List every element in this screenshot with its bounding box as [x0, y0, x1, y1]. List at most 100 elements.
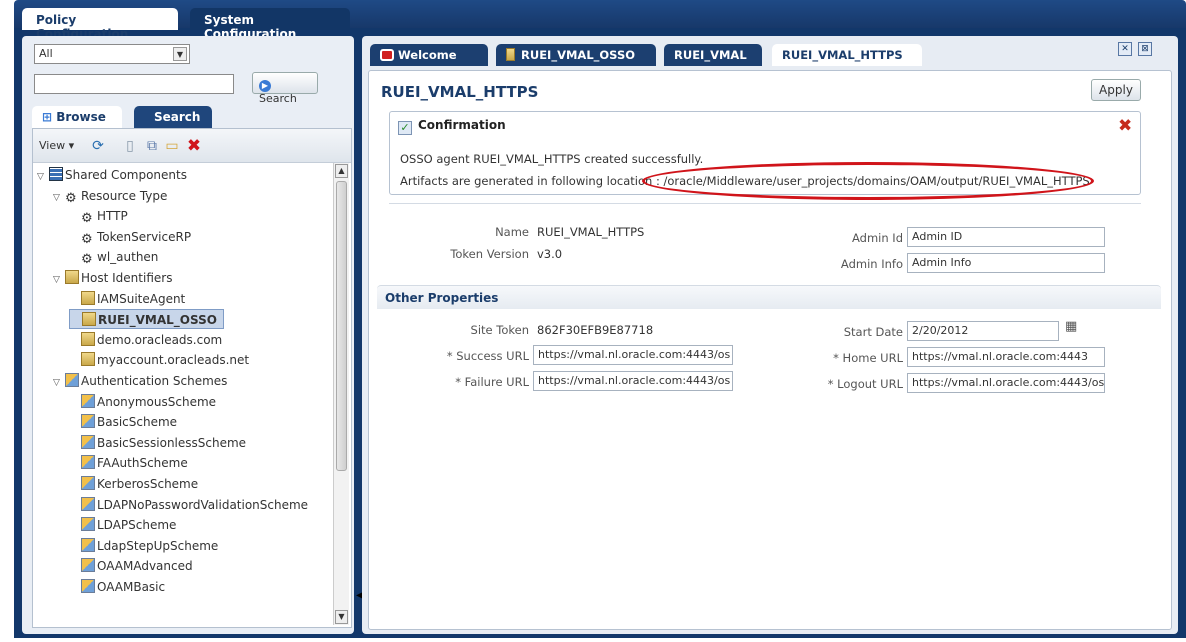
- filter-value: All: [39, 47, 53, 60]
- scroll-up-icon[interactable]: ▲: [335, 164, 348, 178]
- success-url-field[interactable]: https://vmal.nl.oracle.com:4443/os: [533, 345, 733, 365]
- admin-id-field[interactable]: Admin ID: [907, 227, 1105, 247]
- collapse-toggle-icon[interactable]: ▽: [53, 373, 65, 393]
- tab-search[interactable]: Search: [134, 106, 212, 128]
- divider: [389, 203, 1141, 204]
- collapse-toggle-icon[interactable]: ▽: [53, 188, 65, 208]
- scheme-icon: [81, 455, 95, 470]
- confirmation-title-text: Confirmation: [418, 118, 506, 132]
- gear-icon: ⚙: [81, 252, 93, 268]
- tree-node-label: TokenServiceRP: [97, 229, 192, 244]
- tree-node[interactable]: myaccount.oracleads.net: [69, 350, 249, 370]
- scheme-icon: [81, 558, 95, 573]
- tree-node[interactable]: ▽ Host Identifiers: [53, 268, 172, 288]
- tree-node[interactable]: ⚙ wl_authen: [69, 247, 158, 267]
- tab-browse[interactable]: ⊞ Browse: [32, 106, 122, 128]
- tree-node[interactable]: OAAMAdvanced: [69, 556, 193, 576]
- tree-scrollbar[interactable]: ▲ ▼: [333, 163, 349, 625]
- collapse-toggle-icon[interactable]: ▽: [53, 270, 65, 290]
- tree-node[interactable]: RUEI_VMAL_OSSO: [69, 309, 224, 330]
- tree-node[interactable]: OAAMBasic: [69, 577, 165, 597]
- tree-node[interactable]: LDAPScheme: [69, 515, 176, 535]
- confirmation-box: ✓ Confirmation ✖ OSSO agent RUEI_VMAL_HTT…: [389, 111, 1141, 200]
- folder-icon[interactable]: ▭: [163, 137, 181, 155]
- logout-url-field[interactable]: https://vmal.nl.oracle.com:4443/os: [907, 373, 1105, 393]
- tree-node[interactable]: FAAuthScheme: [69, 453, 188, 473]
- oracle-logo-icon: [380, 49, 394, 61]
- close-all-tabs-icon[interactable]: ✕: [1118, 42, 1132, 56]
- tree-node-label: Shared Components: [65, 168, 187, 182]
- tree-node[interactable]: ▽ ⚙ Resource Type: [53, 186, 167, 206]
- document-icon: [81, 331, 95, 346]
- view-menu[interactable]: View ▾: [39, 139, 74, 152]
- name-value: RUEI_VMAL_HTTPS: [537, 225, 645, 239]
- start-date-field[interactable]: 2/20/2012: [907, 321, 1059, 341]
- tab-ruei-vmal[interactable]: RUEI_VMAL: [664, 44, 762, 66]
- tree-node-label: demo.oracleads.com: [97, 332, 223, 347]
- tree-node[interactable]: KerberosScheme: [69, 474, 198, 494]
- failure-url-label: * Failure URL: [455, 375, 529, 389]
- search-input[interactable]: [34, 74, 234, 94]
- tree-panel: View ▾ ⟳ ▯ ⧉ ▭ ✖ ▽ Shared Components ▽ ⚙ Res…: [32, 128, 352, 628]
- new-document-icon[interactable]: ▯: [121, 137, 139, 155]
- tree-node-label: Host Identifiers: [81, 271, 173, 285]
- filter-select[interactable]: All ▼: [34, 44, 190, 64]
- duplicate-icon[interactable]: ⧉: [143, 137, 161, 155]
- scroll-down-icon[interactable]: ▼: [335, 610, 348, 624]
- admin-id-label: Admin Id: [852, 231, 903, 245]
- tree-node-label: OAAMAdvanced: [97, 559, 193, 574]
- highlight-ellipse: [642, 162, 1094, 200]
- close-tab-icon[interactable]: ⊠: [1138, 42, 1152, 56]
- admin-info-field[interactable]: Admin Info: [907, 253, 1105, 273]
- tab-system-configuration[interactable]: System Configuration: [190, 8, 350, 41]
- tree-node[interactable]: ⚙ HTTP: [69, 206, 128, 226]
- tree-node[interactable]: IAMSuiteAgent: [69, 289, 185, 309]
- chevron-down-icon[interactable]: ▼: [173, 47, 187, 61]
- apply-button[interactable]: Apply: [1091, 79, 1141, 101]
- name-label: Name: [495, 225, 529, 239]
- gear-icon: ⚙: [81, 231, 93, 247]
- delete-icon[interactable]: ✖: [185, 137, 203, 155]
- oam-console: Policy Configuration System Configuratio…: [0, 0, 1186, 642]
- tree-node-label: AnonymousScheme: [97, 394, 217, 409]
- tree-node[interactable]: ⚙ TokenServiceRP: [69, 227, 191, 247]
- close-icon[interactable]: ✖: [1118, 116, 1132, 136]
- scroll-thumb[interactable]: [336, 181, 347, 471]
- tree-node[interactable]: LdapStepUpScheme: [69, 536, 218, 556]
- tree-node[interactable]: BasicScheme: [69, 412, 177, 432]
- home-url-field[interactable]: https://vmal.nl.oracle.com:4443: [907, 347, 1105, 367]
- home-url-label: * Home URL: [833, 351, 903, 365]
- tree-node-label: IAMSuiteAgent: [97, 291, 186, 306]
- tab-policy-configuration[interactable]: Policy Configuration: [22, 8, 178, 41]
- calendar-icon[interactable]: ▦: [1065, 319, 1081, 335]
- scheme-icon: [81, 517, 95, 532]
- other-properties-header: Other Properties: [377, 285, 1161, 309]
- navigation-pane: All ▼ ▶Search ⊞ Browse Search View ▾ ⟳ ▯…: [22, 36, 354, 634]
- tab-ruei-vmal-osso[interactable]: RUEI_VMAL_OSSO: [496, 44, 656, 66]
- failure-url-field[interactable]: https://vmal.nl.oracle.com:4443/os: [533, 371, 733, 391]
- collapse-toggle-icon[interactable]: ▽: [37, 167, 49, 187]
- scheme-icon: [81, 434, 95, 449]
- tab-ruei-vmal-https[interactable]: RUEI_VMAL_HTTPS: [772, 44, 922, 66]
- refresh-icon[interactable]: ⟳: [89, 137, 107, 155]
- scheme-icon: [81, 414, 95, 429]
- site-token-label: Site Token: [470, 323, 529, 337]
- collapse-pane-handle[interactable]: ◀: [356, 590, 364, 614]
- grid-icon: [49, 167, 63, 181]
- agent-detail-panel: RUEI_VMAL_HTTPS Apply ✓ Confirmation ✖ OS…: [368, 70, 1172, 630]
- token-version-value: v3.0: [537, 247, 563, 261]
- tree-node-label: HTTP: [97, 209, 128, 224]
- tree-node[interactable]: BasicSessionlessScheme: [69, 433, 246, 453]
- tree-node[interactable]: AnonymousScheme: [69, 392, 216, 412]
- tree-node[interactable]: LDAPNoPasswordValidationScheme: [69, 495, 308, 515]
- tree-node-label: Resource Type: [81, 188, 168, 203]
- tree-node[interactable]: ▽ Authentication Schemes: [53, 371, 227, 391]
- tree-node[interactable]: demo.oracleads.com: [69, 330, 222, 350]
- document-icon: [81, 352, 95, 367]
- tree-node[interactable]: ▽ Shared Components: [37, 165, 187, 185]
- search-button[interactable]: ▶Search: [252, 72, 318, 105]
- tab-welcome[interactable]: Welcome: [370, 44, 488, 66]
- tree-node-label: KerberosScheme: [97, 477, 199, 491]
- tree-node-label: BasicScheme: [97, 415, 178, 430]
- tab-welcome-label: Welcome: [398, 48, 457, 62]
